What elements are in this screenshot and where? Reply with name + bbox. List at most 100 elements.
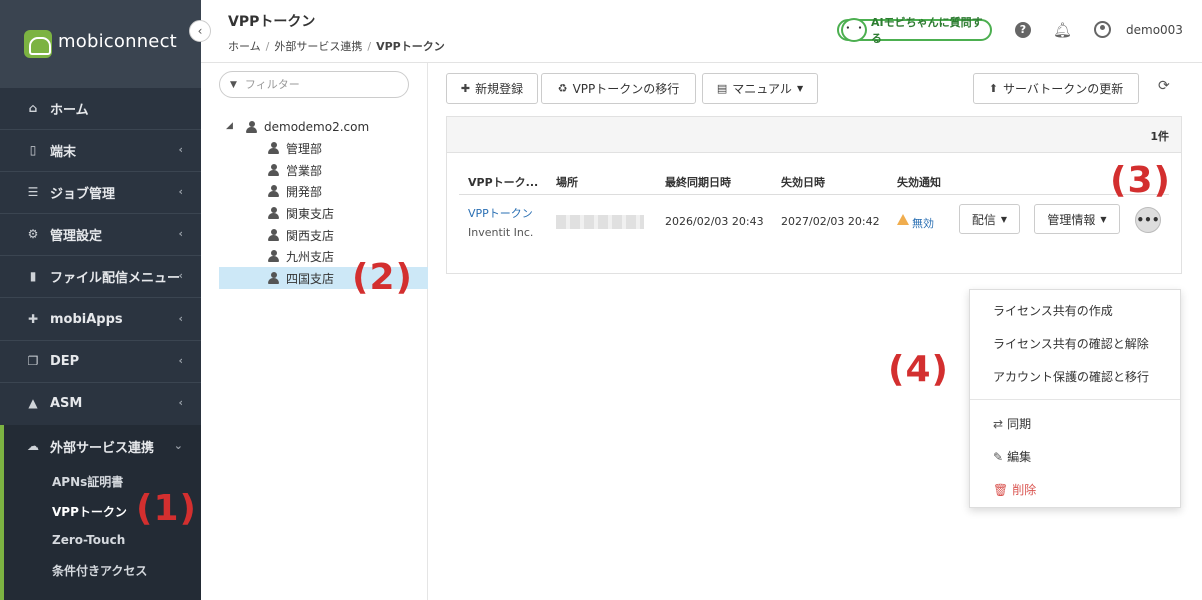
migrate-vpp-token-button[interactable]: ♻ VPPトークンの移行 <box>541 73 696 104</box>
group-tree-panel: ▼ ◢ demodemo2.com 管理部 営業部 開発部 関東支店 関西支店 … <box>201 63 428 600</box>
location-redacted <box>556 215 644 229</box>
caret-down-icon: ▼ <box>1100 214 1107 224</box>
tree-node-label: 管理部 <box>286 141 323 156</box>
recycle-icon: ♻ <box>557 82 568 95</box>
tree-node-label: 開発部 <box>286 184 323 199</box>
trash-icon: 🗑︎ <box>993 483 1009 497</box>
button-label: 管理情報 <box>1047 212 1096 227</box>
chevron-down-icon: ⌄ <box>173 439 183 452</box>
breadcrumb-current: VPPトークン <box>376 40 445 53</box>
button-label: VPPトークンの移行 <box>572 82 680 96</box>
manual-dropdown-button[interactable]: ▤ マニュアル ▼ <box>702 73 818 104</box>
button-label: 新規登録 <box>475 82 524 96</box>
mobiconnect-logo-icon <box>24 30 52 58</box>
book-icon: ▤ <box>716 82 728 95</box>
collapse-sidebar-button[interactable]: ‹ <box>189 20 211 42</box>
sidebar-item-label: 管理設定 <box>50 228 103 244</box>
annotation-1: (1) <box>136 488 197 529</box>
more-actions-button[interactable]: ••• <box>1135 207 1161 233</box>
new-registration-button[interactable]: ✚ 新規登録 <box>446 73 538 104</box>
tree-node[interactable]: 関東支店 <box>268 202 334 224</box>
refresh-icon[interactable]: ⟳ <box>1158 78 1170 94</box>
sidebar-item-label: 外部サービス連携 <box>50 440 155 456</box>
brand-area[interactable]: mobiconnect <box>0 0 201 88</box>
chevron-left-icon: ‹ <box>178 185 183 198</box>
person-icon <box>268 164 279 176</box>
menu-item-review-license-share[interactable]: ライセンス共有の確認と解除 <box>993 335 1149 352</box>
cloud-icon: ☁ <box>27 439 39 453</box>
filter-icon: ▼ <box>230 79 237 90</box>
ai-assistant-button[interactable]: ・ ・ AIモビちゃんに質問する <box>837 16 992 45</box>
breadcrumb-home[interactable]: ホーム <box>228 40 261 53</box>
sidebar-item-home[interactable]: ⌂ ホーム <box>0 87 201 129</box>
tree-node-label: 営業部 <box>286 163 323 178</box>
update-server-token-button[interactable]: ⬆ サーバトークンの更新 <box>973 73 1139 104</box>
sidebar-subitem-vpp-token[interactable]: VPPトークン <box>52 503 127 520</box>
copy-icon: ❐ <box>27 354 39 368</box>
tree-node-selected[interactable]: 四国支店 <box>268 267 334 289</box>
filter-field[interactable]: ▼ <box>219 71 409 98</box>
bell-icon[interactable]: 🔔︎ <box>1053 21 1072 39</box>
sidebar-subitem-conditional-access[interactable]: 条件付きアクセス <box>52 562 147 579</box>
management-info-dropdown-button[interactable]: 管理情報 ▼ <box>1034 204 1120 234</box>
sidebar-subitem-zero-touch[interactable]: Zero-Touch <box>52 533 125 547</box>
last-sync-datetime: 2026/02/03 20:43 <box>665 215 764 228</box>
menu-item-delete[interactable]: 🗑︎ 削除 <box>993 481 1036 498</box>
tree-node[interactable]: 管理部 <box>268 137 322 159</box>
sidebar-item-dep[interactable]: ❐ DEP ‹ <box>0 340 201 382</box>
tree-node[interactable]: 開発部 <box>268 180 322 202</box>
sidebar-item-file-delivery[interactable]: ▮ ファイル配信メニュー ‹ <box>0 255 201 297</box>
menu-item-create-license-share[interactable]: ライセンス共有の作成 <box>993 302 1113 319</box>
sidebar-item-devices[interactable]: ▯ 端末 ‹ <box>0 129 201 171</box>
breadcrumb-separator: / <box>265 40 270 53</box>
table-count-bar: 1件 <box>447 117 1181 153</box>
tree-node[interactable]: 九州支店 <box>268 245 334 267</box>
expiry-datetime: 2027/02/03 20:42 <box>781 215 880 228</box>
plus-icon: ✚ <box>460 82 471 95</box>
chevron-left-icon: ‹ <box>178 227 183 240</box>
person-icon <box>268 229 279 241</box>
tree-node[interactable]: 営業部 <box>268 159 322 181</box>
sidebar-item-external-services[interactable]: ☁ 外部サービス連携 ⌄ <box>0 425 201 467</box>
sidebar-subitem-apns[interactable]: APNs証明書 <box>52 473 123 490</box>
breadcrumb-external-services[interactable]: 外部サービス連携 <box>274 40 362 53</box>
tree-node-label: 関東支店 <box>286 206 335 221</box>
chevron-left-icon: ‹ <box>178 312 183 325</box>
menu-item-account-protection[interactable]: アカウント保護の確認と移行 <box>993 368 1149 385</box>
column-header-name[interactable]: VPPトーク... <box>468 174 538 190</box>
tree-node-root[interactable]: demodemo2.com <box>246 116 369 138</box>
tree-expand-caret-icon[interactable]: ◢ <box>226 121 233 131</box>
sidebar-item-label: ジョブ管理 <box>50 186 116 202</box>
deliver-dropdown-button[interactable]: 配信 ▼ <box>959 204 1020 234</box>
sidebar-item-mobiapps[interactable]: ✚ mobiApps ‹ <box>0 298 201 340</box>
sidebar-item-label: ホーム <box>50 102 89 118</box>
user-name[interactable]: demo003 <box>1126 23 1183 37</box>
person-icon <box>268 250 279 262</box>
sidebar-item-asm[interactable]: ▲ ASM ‹ <box>0 382 201 424</box>
filter-input[interactable] <box>244 78 395 91</box>
column-header-last-sync[interactable]: 最終同期日時 <box>665 174 731 190</box>
column-header-location[interactable]: 場所 <box>556 174 578 190</box>
brand-name: mobiconnect <box>58 31 177 52</box>
menu-item-sync[interactable]: ⇄ 同期 <box>993 415 1031 432</box>
expiry-notice-status[interactable]: 無効 <box>912 215 934 231</box>
user-avatar-icon[interactable] <box>1094 21 1111 38</box>
vpp-token-link[interactable]: VPPトークン <box>468 205 533 221</box>
warning-icon <box>897 214 909 225</box>
chevron-left-icon: ‹ <box>197 24 203 38</box>
record-count: 1件 <box>1150 130 1169 143</box>
help-icon[interactable]: ? <box>1015 22 1031 38</box>
menu-item-edit[interactable]: ✎ 編集 <box>993 448 1031 465</box>
upload-icon: ⬆ <box>988 82 998 95</box>
sidebar-item-label: ASM <box>50 395 83 411</box>
column-header-expiry-notice[interactable]: 失効通知 <box>897 174 941 190</box>
ai-mascot-icon: ・ ・ <box>841 18 867 42</box>
sidebar-item-jobs[interactable]: ☰ ジョブ管理 ‹ <box>0 171 201 213</box>
chevron-left-icon: ‹ <box>178 269 183 282</box>
button-label: マニュアル <box>732 82 792 96</box>
sidebar-item-settings[interactable]: ⚙ 管理設定 ‹ <box>0 213 201 255</box>
button-label: 配信 <box>971 212 996 227</box>
column-header-expiry[interactable]: 失効日時 <box>781 174 825 190</box>
ai-assistant-label: AIモビちゃんに質問する <box>871 16 983 45</box>
tree-node[interactable]: 関西支店 <box>268 224 334 246</box>
